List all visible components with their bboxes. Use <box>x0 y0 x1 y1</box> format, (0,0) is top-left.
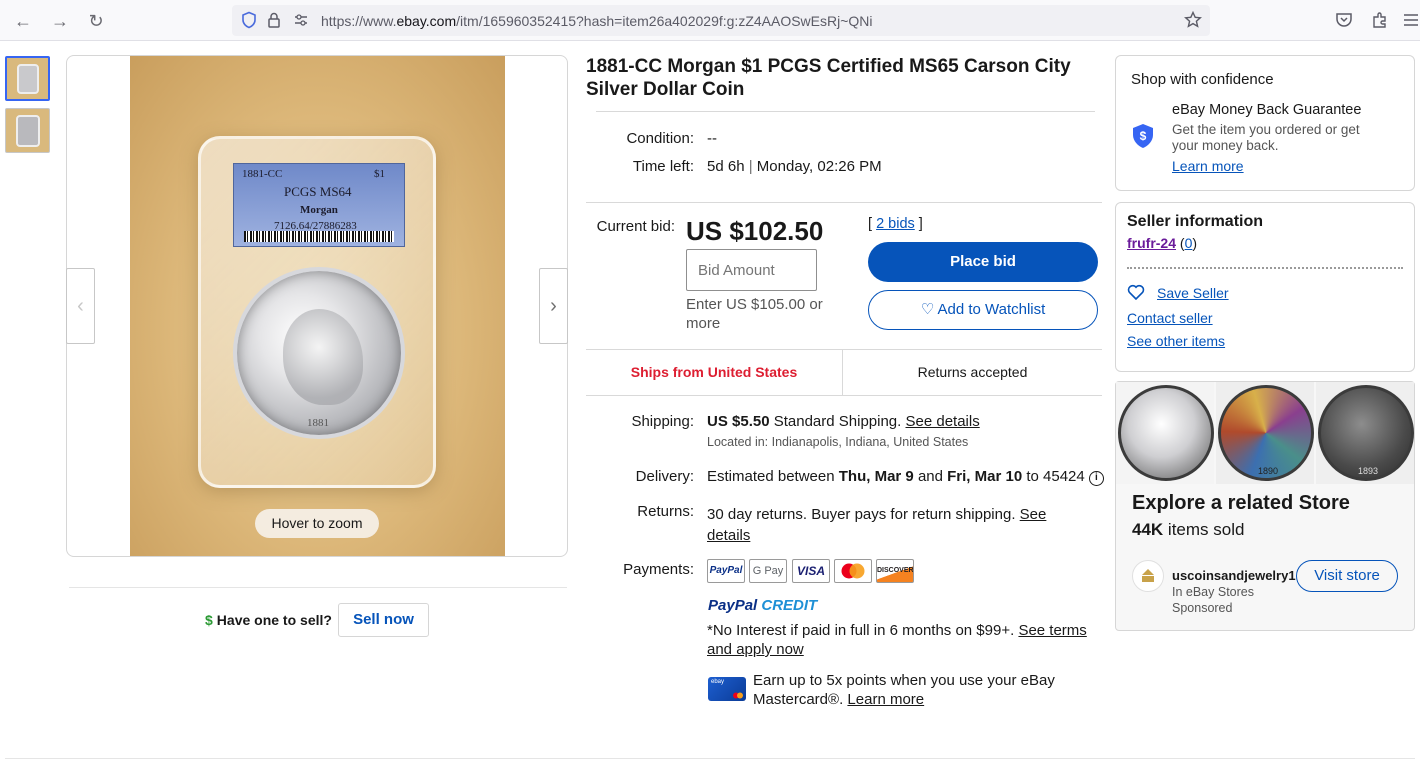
visa-logo: VISA <box>792 559 830 583</box>
time-left-value: 5d 6h | Monday, 02:26 PM <box>707 158 882 175</box>
see-other-items-link[interactable]: See other items <box>1127 333 1225 349</box>
ebay-mastercard-image: ebay <box>708 677 746 701</box>
store-avatar[interactable] <box>1132 560 1164 592</box>
learn-more-guarantee-link[interactable]: Learn more <box>1172 158 1244 174</box>
learn-more-card-link[interactable]: Learn more <box>847 691 924 708</box>
discover-logo: DISCOVER <box>876 559 914 583</box>
pocket-icon[interactable] <box>1335 11 1353 29</box>
mastercard-logo <box>834 559 872 583</box>
add-to-watchlist-button[interactable]: ♡ Add to Watchlist <box>868 290 1098 330</box>
slab-label: 1881-CC $1 PCGS MS64 Morgan 7126.64/2788… <box>233 163 405 247</box>
dollar-icon: $ <box>205 612 213 628</box>
delivery-value: Estimated between Thu, Mar 9 and Fri, Ma… <box>707 468 1104 486</box>
previous-image-button[interactable]: ‹ <box>66 268 95 344</box>
seller-info-title: Seller information <box>1127 213 1264 230</box>
main-product-image[interactable]: 1881-CC $1 PCGS MS64 Morgan 7126.64/2788… <box>130 56 505 556</box>
guarantee-text-1: Get the item you ordered or get <box>1172 122 1360 137</box>
address-bar[interactable]: https://www.ebay.com/itm/165960352415?ha… <box>232 5 1210 36</box>
guarantee-text-2: your money back. <box>1172 138 1279 153</box>
google-pay-logo: G Pay <box>749 559 787 583</box>
paypal-logo: PayPal <box>707 559 745 583</box>
hover-to-zoom-label: Hover to zoom <box>255 509 379 538</box>
divider <box>69 587 567 588</box>
items-sold: 44K items sold <box>1132 520 1245 539</box>
sponsored-label: Sponsored <box>1172 601 1233 615</box>
divider <box>5 758 1415 759</box>
next-image-button[interactable]: › <box>539 268 568 344</box>
heart-icon: ♡ <box>920 301 935 318</box>
returns-label: Returns: <box>637 503 694 520</box>
confidence-title: Shop with confidence <box>1131 71 1274 88</box>
time-left-label: Time left: <box>632 158 694 175</box>
paypal-credit-terms: *No Interest if paid in full in 6 months… <box>707 622 1087 658</box>
forward-arrow-icon[interactable]: → <box>48 9 72 33</box>
store-subtitle: In eBay Stores <box>1172 585 1254 599</box>
thumbnail-2[interactable] <box>5 108 50 153</box>
bid-amount-input[interactable] <box>686 249 817 291</box>
browser-toolbar: ← → ↻ https://www.ebay.com/itm/165960352… <box>0 0 1420 41</box>
svg-text:$: $ <box>1140 129 1147 143</box>
back-arrow-icon[interactable]: ← <box>11 9 35 33</box>
barcode <box>244 231 394 242</box>
paypal-credit-logo: PayPal CREDIT <box>708 597 818 614</box>
place-bid-button[interactable]: Place bid <box>868 242 1098 282</box>
divider <box>586 202 1102 203</box>
visit-store-button[interactable]: Visit store <box>1296 560 1398 592</box>
divider <box>596 111 1095 112</box>
ships-from-text: Ships from United States <box>586 350 843 395</box>
store-coin-image-1[interactable] <box>1116 382 1214 484</box>
condition-label: Condition: <box>626 130 694 147</box>
payments-label: Payments: <box>623 561 694 578</box>
permissions-icon[interactable] <box>292 11 310 29</box>
store-coin-image-3[interactable]: 1893 <box>1316 382 1414 484</box>
coin-slab: 1881-CC $1 PCGS MS64 Morgan 7126.64/2788… <box>198 136 436 488</box>
dotted-divider <box>1127 267 1403 269</box>
current-bid-label: Current bid: <box>596 218 675 235</box>
extensions-icon[interactable] <box>1371 11 1389 29</box>
money-back-shield-icon: $ <box>1133 124 1153 148</box>
guarantee-title: eBay Money Back Guarantee <box>1172 102 1362 118</box>
related-store-title: Explore a related Store <box>1132 492 1350 514</box>
heart-icon[interactable] <box>1127 284 1145 300</box>
shipping-returns-banner: Ships from United States Returns accepte… <box>586 349 1102 396</box>
store-coin-image-2[interactable]: 1890 <box>1216 382 1314 484</box>
returns-accepted-text: Returns accepted <box>917 364 1028 380</box>
thumbnail-slab-image <box>17 64 39 94</box>
info-icon[interactable]: i <box>1088 471 1104 486</box>
coin: 1881 <box>233 267 405 439</box>
current-bid-price: US $102.50 <box>686 216 824 246</box>
item-title: 1881-CC Morgan $1 PCGS Certified MS65 Ca… <box>586 56 1071 100</box>
reload-icon[interactable]: ↻ <box>84 9 108 33</box>
sell-question: Have one to sell? <box>216 612 332 628</box>
shield-icon[interactable] <box>240 11 258 29</box>
save-seller-link[interactable]: Save Seller <box>1157 285 1229 301</box>
menu-icon[interactable] <box>1402 11 1420 29</box>
liberty-head <box>283 309 363 405</box>
store-name[interactable]: uscoinsandjewelry1 <box>1172 568 1296 583</box>
sell-now-button[interactable]: Sell now <box>338 603 429 637</box>
url-text[interactable]: https://www.ebay.com/itm/165960352415?ha… <box>321 13 873 29</box>
contact-seller-link[interactable]: Contact seller <box>1127 310 1213 326</box>
bookmark-star-icon[interactable] <box>1184 11 1202 29</box>
chevron-right-icon: › <box>550 295 557 317</box>
delivery-label: Delivery: <box>635 468 694 485</box>
seller-name-link[interactable]: frufr-24 <box>1127 235 1176 251</box>
bids-link[interactable]: 2 bids <box>876 216 915 232</box>
returns-value: 30 day returns. Buyer pays for return sh… <box>707 506 1047 544</box>
thumbnail-slab-back-image <box>16 115 40 147</box>
condition-value: -- <box>707 130 717 147</box>
shipping-label: Shipping: <box>631 413 694 430</box>
mastercard-offer: Earn up to 5x points when you use your e… <box>753 672 1055 708</box>
mastercard-icon <box>841 563 865 579</box>
item-location: Located in: Indianapolis, Indiana, Unite… <box>707 435 969 449</box>
shipping-details-link[interactable]: See details <box>906 413 980 430</box>
seller-name-row: frufr-24 (0) <box>1127 235 1198 251</box>
thumbnail-1[interactable] <box>5 56 50 101</box>
shipping-value: US $5.50 Standard Shipping. See details <box>707 413 980 430</box>
chevron-left-icon: ‹ <box>77 295 84 317</box>
bid-count: [ 2 bids ] <box>868 216 923 232</box>
bid-hint: Enter US $105.00 or more <box>686 296 823 332</box>
lock-icon[interactable] <box>265 11 283 29</box>
